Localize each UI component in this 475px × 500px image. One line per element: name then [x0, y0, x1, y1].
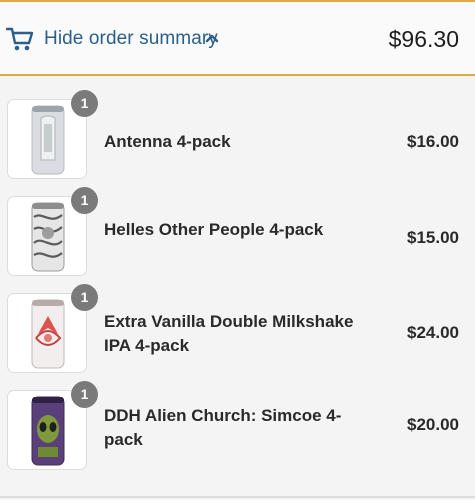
cart-icon	[6, 27, 34, 51]
product-price: $15.00	[407, 228, 459, 247]
product-price: $16.00	[407, 132, 459, 151]
line-item: 1 DDH Alien Church: Simcoe 4-pack $20.00	[0, 367, 475, 470]
product-name: DDH Alien Church: Simcoe 4-pack	[104, 406, 342, 449]
quantity-badge: 1	[71, 284, 98, 311]
quantity-badge: 1	[71, 381, 98, 408]
order-line-items: 1 Antenna 4-pack $16.00 1 Helles Other P…	[0, 76, 475, 470]
product-name: Antenna 4-pack	[104, 132, 231, 151]
chevron-up-icon[interactable]	[205, 33, 219, 43]
product-name: Extra Vanilla Double Milkshake IPA 4-pac…	[104, 312, 354, 355]
quantity-badge: 1	[71, 90, 98, 117]
hide-order-summary-link[interactable]: Hide order summary	[44, 28, 218, 50]
order-total: $96.30	[388, 26, 459, 52]
divider	[0, 496, 475, 498]
product-price: $20.00	[407, 415, 459, 434]
product-price: $24.00	[407, 323, 459, 342]
order-summary-toggle-bar[interactable]: Hide order summary $96.30	[0, 0, 475, 76]
line-item: 1 Antenna 4-pack $16.00	[0, 76, 475, 179]
product-name: Helles Other People 4-pack	[104, 220, 324, 239]
line-item: 1 Helles Other People 4-pack $15.00	[0, 173, 475, 276]
quantity-badge: 1	[71, 187, 98, 214]
line-item: 1 Extra Vanilla Double Milkshake IPA 4-p…	[0, 270, 475, 373]
